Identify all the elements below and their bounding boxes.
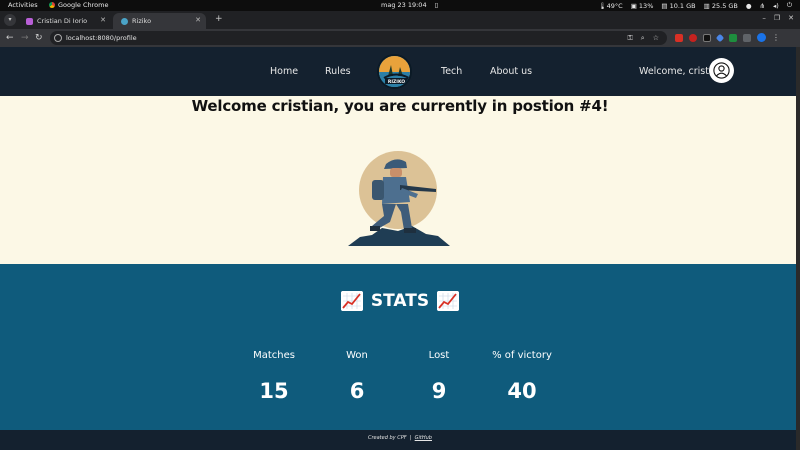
extension-diamond-icon[interactable]	[715, 33, 725, 42]
stat-value: 40	[507, 379, 537, 403]
temperature-indicator: 🌡49°C	[598, 1, 623, 10]
page-headline: Welcome cristian, you are currently in p…	[191, 97, 609, 115]
chart-increasing-icon	[340, 291, 363, 311]
tab-title: Riziko	[132, 17, 152, 25]
page-scrollbar[interactable]	[796, 47, 800, 450]
os-top-bar: Activities Google Chrome mag 23 19:04 ▯ …	[0, 0, 800, 11]
stat-victory-percent: % of victory 40	[477, 350, 567, 403]
nav-tech-link[interactable]: Tech	[441, 66, 462, 77]
tab-search-button[interactable]: ▾	[4, 14, 16, 26]
svg-text:RIZIKO: RIZIKO	[388, 79, 405, 85]
reload-icon[interactable]: ↻	[35, 31, 43, 45]
soldier-illustration	[348, 151, 450, 246]
stat-label: % of victory	[492, 350, 552, 361]
zoom-icon[interactable]: ⌕	[641, 31, 645, 45]
password-key-icon[interactable]: ⚿	[627, 31, 632, 45]
clock[interactable]: mag 23 19:04 ▯	[381, 1, 438, 9]
nav-rules-link[interactable]: Rules	[325, 66, 351, 77]
tab-close-icon[interactable]: ✕	[100, 16, 106, 24]
volume-icon: ◂)	[773, 1, 779, 10]
new-tab-button[interactable]: +	[215, 14, 223, 24]
stats-section: STATS Matches 15 Won 6 Lost 9 % of victo…	[0, 264, 800, 430]
stat-value: 6	[349, 379, 365, 403]
tab-title: Cristian Di Iorio	[37, 17, 88, 25]
stat-value: 15	[259, 379, 289, 403]
close-window-icon[interactable]: ✕	[788, 14, 794, 22]
back-icon[interactable]: ←	[6, 31, 14, 45]
stat-matches: Matches 15	[229, 350, 319, 403]
stat-label: Lost	[428, 350, 450, 361]
stat-label: Matches	[253, 350, 295, 361]
extensions-puzzle-icon[interactable]	[743, 33, 751, 42]
stats-title: STATS	[370, 291, 430, 311]
stat-value: 9	[431, 379, 447, 403]
discord-icon[interactable]: ●	[746, 2, 752, 10]
tab-favicon-icon	[121, 17, 128, 25]
notification-icon: ▯	[434, 1, 439, 9]
user-avatar[interactable]	[709, 58, 734, 83]
profile-icon[interactable]	[757, 33, 766, 42]
site-info-icon[interactable]	[54, 34, 62, 42]
forward-icon[interactable]: →	[21, 31, 29, 45]
memory-indicator: ▤ 10.1 GB	[661, 1, 696, 10]
network-icon: ⋔	[759, 1, 766, 10]
site-navbar: Home Rules RIZIKO Tech About us Welcome,…	[0, 47, 800, 96]
activities-button[interactable]: Activities	[8, 1, 38, 9]
user-icon	[713, 62, 730, 79]
extension-red-icon[interactable]	[675, 33, 683, 42]
chart-increasing-icon	[437, 291, 460, 311]
window-controls: – ❐ ✕	[762, 14, 794, 22]
tab-strip: ▾ Cristian Di Iorio ✕ Riziko ✕ + – ❐ ✕	[0, 11, 800, 29]
bookmark-star-icon[interactable]: ☆	[653, 31, 659, 45]
page-content: Home Rules RIZIKO Tech About us Welcome,…	[0, 47, 800, 450]
riziko-logo[interactable]: RIZIKO	[377, 54, 412, 89]
tab-cristian[interactable]: Cristian Di Iorio ✕	[18, 13, 111, 29]
footer-credit: Created by CPF	[368, 435, 407, 441]
stats-heading: STATS	[0, 291, 800, 311]
stat-label: Won	[346, 350, 368, 361]
address-bar[interactable]: localhost:8080/profile ⚿ ⌕ ☆	[50, 31, 667, 45]
clock-text: mag 23 19:04	[381, 1, 427, 9]
minimize-icon[interactable]: –	[762, 14, 766, 22]
tab-riziko[interactable]: Riziko ✕	[113, 13, 206, 29]
browser-toolbar: ← → ↻ localhost:8080/profile ⚿ ⌕ ☆ ⋮	[0, 29, 800, 47]
chrome-icon	[49, 2, 55, 8]
footer-separator: |	[409, 435, 412, 441]
cpu-indicator: ▣ 13%	[630, 1, 654, 10]
extension-adblock-icon[interactable]	[689, 33, 697, 42]
app-name: Google Chrome	[58, 1, 109, 9]
tab-favicon-icon	[26, 17, 33, 25]
url-text: localhost:8080/profile	[66, 34, 137, 42]
nav-about-link[interactable]: About us	[490, 66, 532, 77]
app-menu[interactable]: Google Chrome	[49, 1, 108, 9]
site-footer: Created by CPF | GitHub	[0, 430, 800, 450]
omnibox-actions: ⚿ ⌕ ☆	[627, 31, 659, 45]
stat-lost: Lost 9	[394, 350, 484, 403]
system-tray[interactable]: 🌡49°C ▣ 13% ▤ 10.1 GB ▥ 25.5 GB ● ⋔ ◂) ⏻	[598, 1, 792, 10]
tab-close-icon[interactable]: ✕	[195, 16, 201, 24]
power-icon: ⏻	[786, 1, 792, 9]
stat-won: Won 6	[312, 350, 402, 403]
extension-dark-icon[interactable]	[703, 33, 711, 42]
github-link[interactable]: GitHub	[415, 435, 432, 441]
chrome-menu-icon[interactable]: ⋮	[772, 33, 780, 42]
disk-indicator: ▥ 25.5 GB	[703, 1, 738, 10]
extensions-bar: ⋮	[675, 33, 780, 42]
extension-green-icon[interactable]	[729, 33, 737, 42]
maximize-icon[interactable]: ❐	[774, 14, 780, 22]
nav-home-link[interactable]: Home	[270, 66, 298, 77]
